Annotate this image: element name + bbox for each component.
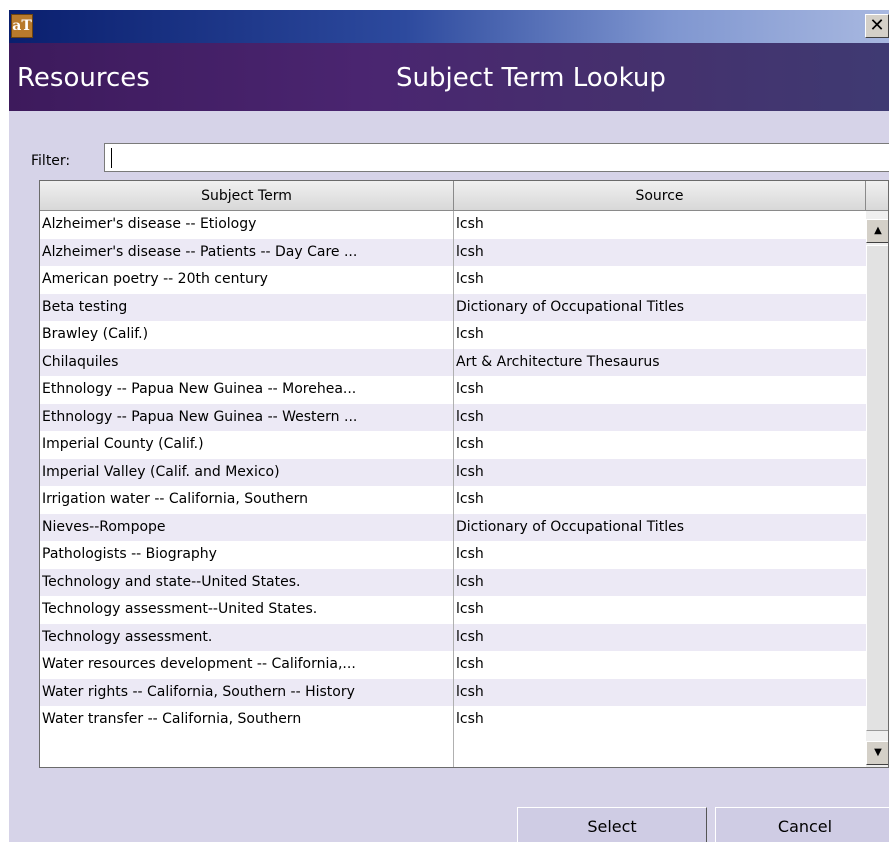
subject-term-lookup-dialog: aT ✕ Resources Subject Term Lookup Filte… (9, 10, 889, 842)
cell-source: Dictionary of Occupational Titles (456, 298, 684, 315)
cell-source: lcsh (456, 381, 484, 397)
scroll-down-arrow-icon[interactable]: ▼ (866, 741, 888, 765)
column-header-source[interactable]: Source (454, 181, 866, 210)
scroll-up-arrow-icon[interactable]: ▲ (866, 219, 888, 243)
cell-source: lcsh (456, 216, 484, 232)
cell-source: lcsh (456, 463, 484, 480)
subject-term-table: Subject Term Source Alzheimer's disease … (39, 180, 889, 768)
dialog-title: Subject Term Lookup (396, 63, 666, 93)
cell-source: Art & Architecture Thesaurus (456, 353, 660, 370)
vertical-scrollbar[interactable]: ▲ ▼ (866, 211, 888, 767)
title-bar[interactable]: aT ✕ (9, 10, 889, 43)
cell-subject-term: Irrigation water -- California, Southern (42, 491, 308, 507)
cell-subject-term: Technology assessment--United States. (42, 601, 318, 617)
cell-source: lcsh (456, 271, 484, 287)
column-header-subject-term[interactable]: Subject Term (40, 181, 454, 210)
cell-source: lcsh (456, 546, 484, 562)
cell-subject-term: Water transfer -- California, Southern (42, 711, 302, 727)
cell-subject-term: Water rights -- California, Southern -- … (42, 683, 355, 700)
cell-subject-term: Technology and state--United States. (42, 573, 301, 590)
dialog-header: Resources Subject Term Lookup (9, 43, 889, 111)
cell-subject-term: Chilaquiles (42, 353, 119, 370)
cell-subject-term: Nieves--Rompope (42, 518, 166, 535)
cell-subject-term: American poetry -- 20th century (42, 271, 268, 287)
cell-subject-term: Brawley (Calif.) (42, 326, 149, 342)
cell-subject-term: Alzheimer's disease -- Etiology (42, 216, 257, 232)
text-caret (111, 148, 112, 168)
cell-subject-term: Ethnology -- Papua New Guinea -- Western… (42, 408, 358, 425)
filter-label: Filter: (31, 153, 71, 169)
cell-subject-term: Water resources development -- Californi… (42, 656, 356, 672)
column-divider (453, 211, 454, 767)
cell-source: lcsh (456, 436, 484, 452)
cell-subject-term: Alzheimer's disease -- Patients -- Day C… (42, 243, 358, 260)
filter-input[interactable] (104, 143, 889, 172)
cell-subject-term: Imperial Valley (Calif. and Mexico) (42, 463, 280, 480)
cell-source: lcsh (456, 628, 484, 645)
table-header: Subject Term Source (40, 181, 888, 211)
scrollbar-thumb[interactable] (866, 245, 888, 731)
app-logo-icon: aT (11, 14, 33, 38)
cell-source: lcsh (456, 408, 484, 425)
cell-subject-term: Beta testing (42, 298, 128, 315)
cancel-button[interactable]: Cancel (715, 807, 889, 842)
cell-source: lcsh (456, 711, 484, 727)
select-button[interactable]: Select (517, 807, 707, 842)
cell-source: lcsh (456, 573, 484, 590)
cell-source: lcsh (456, 683, 484, 700)
header-corner (866, 181, 888, 210)
cell-source: lcsh (456, 326, 484, 342)
cell-subject-term: Technology assessment. (42, 628, 213, 645)
cell-source: lcsh (456, 656, 484, 672)
cell-subject-term: Imperial County (Calif.) (42, 436, 204, 452)
cell-subject-term: Ethnology -- Papua New Guinea -- Morehea… (42, 381, 357, 397)
cell-source: lcsh (456, 601, 484, 617)
cell-subject-term: Pathologists -- Biography (42, 546, 217, 562)
cell-source: lcsh (456, 491, 484, 507)
cell-source: lcsh (456, 243, 484, 260)
cell-source: Dictionary of Occupational Titles (456, 518, 684, 535)
module-title: Resources (17, 63, 150, 93)
close-button[interactable]: ✕ (865, 14, 889, 38)
